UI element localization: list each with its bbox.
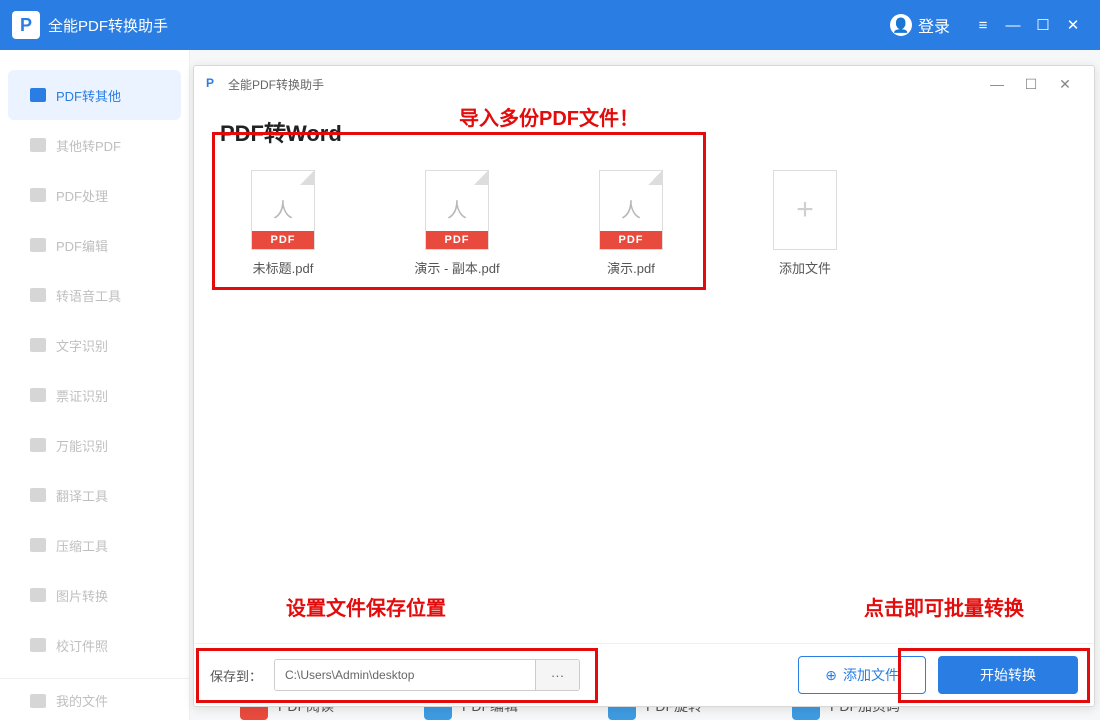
- sidebar-item-to-audio[interactable]: 转语音工具: [0, 270, 189, 320]
- file-name: 演示 - 副本.pdf: [414, 258, 499, 277]
- menu-icon[interactable]: ≡: [968, 10, 998, 40]
- close-icon[interactable]: ✕: [1058, 10, 1088, 40]
- compress-icon: [30, 538, 46, 552]
- sidebar-item-label: 图片转换: [56, 586, 108, 605]
- dialog-body: PDF转Word 人 PDF 未标题.pdf 人: [194, 102, 1094, 643]
- add-file-button[interactable]: ⊕ 添加文件: [798, 656, 926, 694]
- scan-icon: [30, 438, 46, 452]
- sidebar-item-label: PDF编辑: [56, 236, 108, 255]
- file-card[interactable]: 人 PDF 演示 - 副本.pdf: [402, 170, 512, 277]
- sidebar-item-pdf-edit[interactable]: PDF编辑: [0, 220, 189, 270]
- sidebar-item-label: 文字识别: [56, 336, 108, 355]
- start-convert-button[interactable]: 开始转换: [938, 656, 1078, 694]
- sidebar-item-translate[interactable]: 翻译工具: [0, 470, 189, 520]
- receipt-icon: [30, 388, 46, 402]
- sidebar-item-label: 其他转PDF: [56, 136, 121, 155]
- annotation-convert-label: 点击即可批量转换: [864, 592, 1024, 621]
- file-card[interactable]: 人 PDF 演示.pdf: [576, 170, 686, 277]
- save-path-input[interactable]: [275, 660, 535, 690]
- file-name: 演示.pdf: [607, 258, 655, 277]
- image-icon: [30, 588, 46, 602]
- folder-icon: [30, 694, 46, 708]
- sidebar-item-label: PDF转其他: [56, 86, 121, 105]
- file-badge: PDF: [426, 231, 488, 249]
- sidebar-item-label: 我的文件: [56, 691, 108, 710]
- sidebar-item-label: 万能识别: [56, 436, 108, 455]
- annotation-save-label: 设置文件保存位置: [286, 592, 446, 621]
- save-to-label: 保存到：: [210, 666, 262, 685]
- edit-icon: [30, 238, 46, 252]
- dialog-maximize-icon[interactable]: ☐: [1014, 70, 1048, 98]
- add-file-card[interactable]: + 添加文件: [750, 170, 860, 277]
- app-title: 全能PDF转换助手: [48, 15, 168, 36]
- app-logo-icon: P: [12, 11, 40, 39]
- sidebar: PDF转其他 其他转PDF PDF处理 PDF编辑 转语音工具 文字识别 票证识…: [0, 50, 190, 720]
- avatar-icon: 👤: [890, 14, 912, 36]
- sidebar-item-compress[interactable]: 压缩工具: [0, 520, 189, 570]
- file-name: 未标题.pdf: [253, 258, 314, 277]
- dialog-title: PDF转Word: [220, 116, 1074, 148]
- sidebar-item-pdf-to-other[interactable]: PDF转其他: [8, 70, 181, 120]
- add-file-label: 添加文件: [779, 258, 831, 277]
- photo-icon: [30, 638, 46, 652]
- content-area: PDF阅读 PDF编辑 PDF旋转 PDF加页码 P 全能PDF转换助手 — ☐…: [190, 50, 1100, 720]
- app-logo-icon: P: [206, 76, 222, 92]
- ocr-icon: [30, 338, 46, 352]
- sidebar-item-photo-id[interactable]: 校订件照: [0, 620, 189, 670]
- plus-icon: ⊕: [825, 667, 837, 684]
- login-button[interactable]: 👤 登录: [890, 13, 950, 37]
- sidebar-item-my-files[interactable]: 我的文件: [0, 678, 189, 720]
- sidebar-item-label: 票证识别: [56, 386, 108, 405]
- file-thumb: 人 PDF: [425, 170, 489, 250]
- pdf-icon: [30, 88, 46, 102]
- add-file-button-label: 添加文件: [843, 665, 899, 685]
- browse-button[interactable]: ···: [535, 660, 579, 690]
- dialog-titlebar: P 全能PDF转换助手 — ☐ ✕: [194, 66, 1094, 102]
- convert-dialog: P 全能PDF转换助手 — ☐ ✕ PDF转Word 人 PDF: [193, 65, 1095, 707]
- sidebar-item-ocr-text[interactable]: 文字识别: [0, 320, 189, 370]
- file-grid: 人 PDF 未标题.pdf 人 PDF 演示 - 副本.pdf: [214, 148, 1074, 287]
- dialog-minimize-icon[interactable]: —: [980, 70, 1014, 98]
- plus-icon: +: [773, 170, 837, 250]
- app-logo: P 全能PDF转换助手: [12, 11, 168, 39]
- login-label: 登录: [918, 13, 950, 37]
- sidebar-item-label: PDF处理: [56, 186, 108, 205]
- sidebar-item-label: 翻译工具: [56, 486, 108, 505]
- maximize-icon[interactable]: ☐: [1028, 10, 1058, 40]
- dialog-app-name: 全能PDF转换助手: [228, 76, 324, 93]
- pdf-mark-icon: 人: [426, 185, 488, 231]
- file-card[interactable]: 人 PDF 未标题.pdf: [228, 170, 338, 277]
- sidebar-item-pdf-process[interactable]: PDF处理: [0, 170, 189, 220]
- file-thumb: 人 PDF: [599, 170, 663, 250]
- sidebar-item-label: 压缩工具: [56, 536, 108, 555]
- process-icon: [30, 188, 46, 202]
- file-badge: PDF: [600, 231, 662, 249]
- save-path-group: ···: [274, 659, 580, 691]
- audio-icon: [30, 288, 46, 302]
- pdf-mark-icon: 人: [252, 185, 314, 231]
- sidebar-item-label: 转语音工具: [56, 286, 121, 305]
- minimize-icon[interactable]: —: [998, 10, 1028, 40]
- pdf-mark-icon: 人: [600, 185, 662, 231]
- sidebar-item-image-convert[interactable]: 图片转换: [0, 570, 189, 620]
- dialog-logo: P 全能PDF转换助手: [206, 76, 324, 93]
- translate-icon: [30, 488, 46, 502]
- sidebar-item-ocr-receipt[interactable]: 票证识别: [0, 370, 189, 420]
- sidebar-item-other-to-pdf[interactable]: 其他转PDF: [0, 120, 189, 170]
- file-badge: PDF: [252, 231, 314, 249]
- sidebar-item-label: 校订件照: [56, 636, 108, 655]
- dialog-footer: 保存到： ··· ⊕ 添加文件 开始转换: [194, 643, 1094, 706]
- sidebar-item-ocr-all[interactable]: 万能识别: [0, 420, 189, 470]
- file-thumb: 人 PDF: [251, 170, 315, 250]
- dialog-close-icon[interactable]: ✕: [1048, 70, 1082, 98]
- file-icon: [30, 138, 46, 152]
- title-bar: P 全能PDF转换助手 👤 登录 ≡ — ☐ ✕: [0, 0, 1100, 50]
